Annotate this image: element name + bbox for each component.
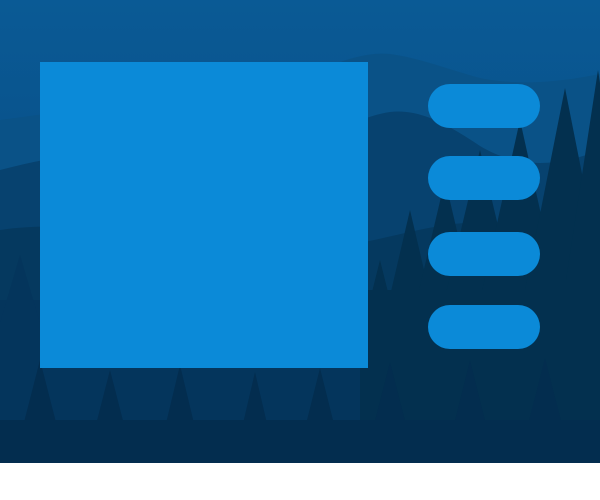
menu-button-1[interactable] bbox=[428, 84, 540, 128]
menu-button-4[interactable] bbox=[428, 305, 540, 349]
app-viewport bbox=[0, 0, 600, 463]
menu-button-2[interactable] bbox=[428, 156, 540, 200]
menu-button-3[interactable] bbox=[428, 232, 540, 276]
main-content-panel bbox=[40, 62, 368, 368]
page-footer-strip bbox=[0, 463, 600, 500]
